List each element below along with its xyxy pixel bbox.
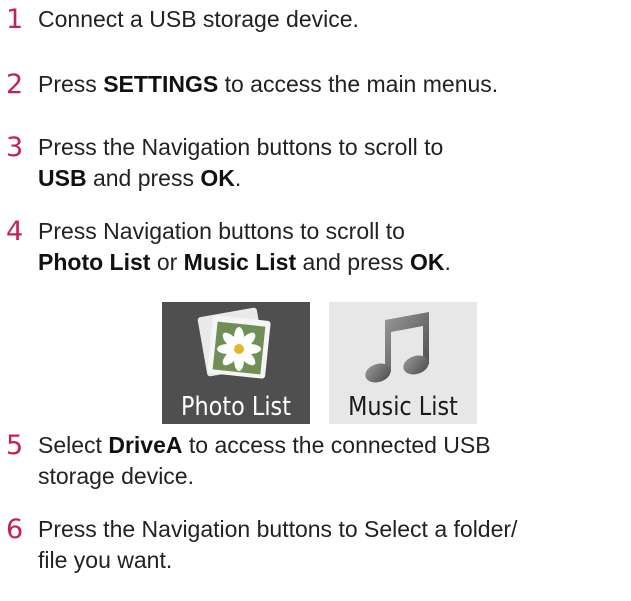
keyword-drivea: DriveA bbox=[108, 432, 183, 458]
keyword-music-list: Music List bbox=[183, 249, 297, 275]
keyword-ok: OK bbox=[200, 165, 235, 191]
step-text-segment: Select bbox=[38, 432, 109, 458]
step-text: Select DriveA to access the connected US… bbox=[38, 430, 628, 492]
step-text-segment: . bbox=[234, 165, 242, 191]
keyword-usb: USB bbox=[38, 165, 87, 191]
music-list-tile[interactable]: Music List bbox=[329, 302, 477, 424]
step-number: 4 bbox=[6, 216, 24, 247]
photo-list-label: Photo List bbox=[181, 392, 291, 422]
step-text: Press the Navigation buttons to Select a… bbox=[38, 514, 628, 576]
step-number: 1 bbox=[6, 4, 24, 35]
step-text: Press SETTINGS to access the main menus. bbox=[38, 69, 628, 100]
photo-icon bbox=[197, 307, 271, 379]
step-number: 5 bbox=[6, 430, 24, 461]
keyword-settings: SETTINGS bbox=[103, 71, 219, 97]
music-list-label: Music List bbox=[348, 392, 458, 422]
step-text: Press Navigation buttons to scroll to Ph… bbox=[38, 216, 628, 278]
step-text-segment: storage device. bbox=[38, 463, 194, 489]
step-text: Press the Navigation buttons to scroll t… bbox=[38, 132, 628, 194]
step-number: 3 bbox=[6, 132, 24, 163]
step-text-segment: Press the Navigation buttons to scroll t… bbox=[38, 134, 444, 160]
photo-list-tile[interactable]: Photo List bbox=[162, 302, 310, 424]
keyword-photo-list: Photo List bbox=[38, 249, 151, 275]
step-text-segment: and press bbox=[86, 165, 201, 191]
step-text-segment: and press bbox=[296, 249, 410, 275]
music-note-icon bbox=[365, 312, 429, 383]
step-text-segment: . bbox=[444, 249, 451, 275]
step-text-segment: file you want. bbox=[38, 547, 173, 573]
step-number: 2 bbox=[6, 69, 24, 100]
step-text-segment: or bbox=[150, 249, 184, 275]
step-text-segment: to access the connected USB bbox=[182, 432, 491, 458]
step-text-segment: Connect a USB storage device. bbox=[38, 6, 359, 32]
step-text: Connect a USB storage device. bbox=[38, 4, 628, 35]
step-text-segment: to access the main menus. bbox=[218, 71, 499, 97]
keyword-ok: OK bbox=[409, 249, 445, 275]
step-text-segment: Press bbox=[38, 71, 104, 97]
step-text-segment: Press Navigation buttons to scroll to bbox=[38, 218, 405, 244]
step-text-segment: Press the Navigation buttons to Select a… bbox=[38, 516, 518, 542]
step-number: 6 bbox=[6, 514, 24, 545]
